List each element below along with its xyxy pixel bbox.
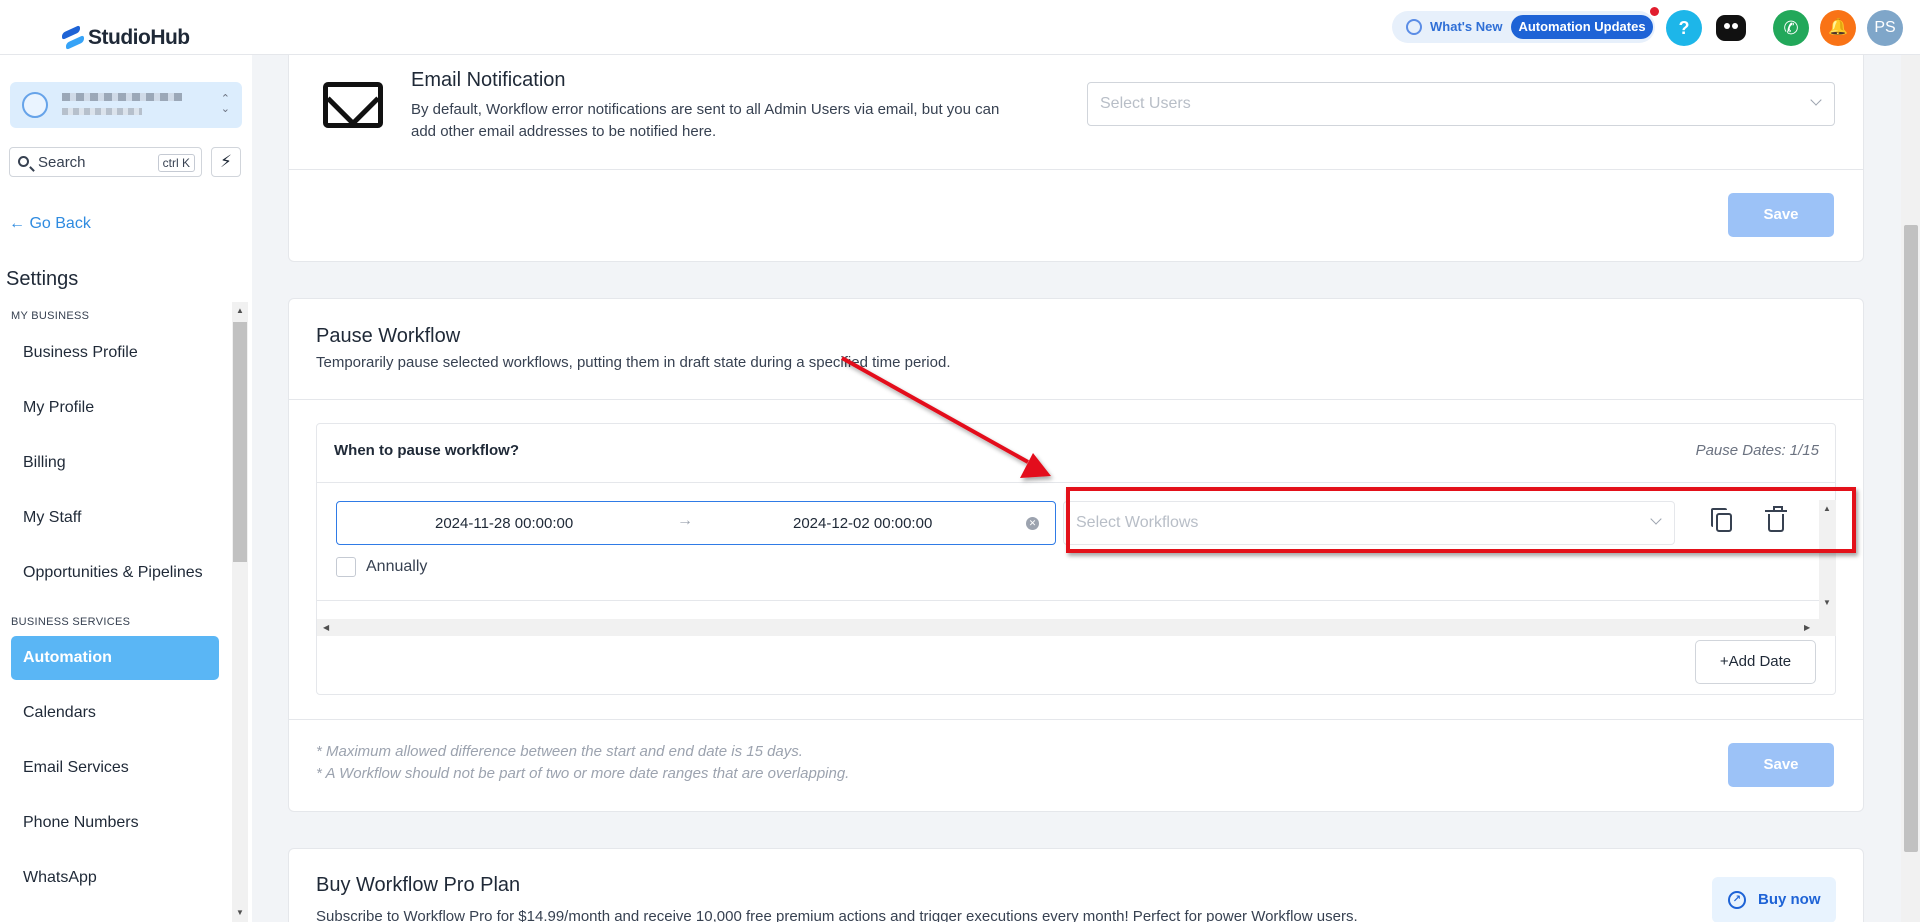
annotation-arrow: [841, 356, 1051, 478]
